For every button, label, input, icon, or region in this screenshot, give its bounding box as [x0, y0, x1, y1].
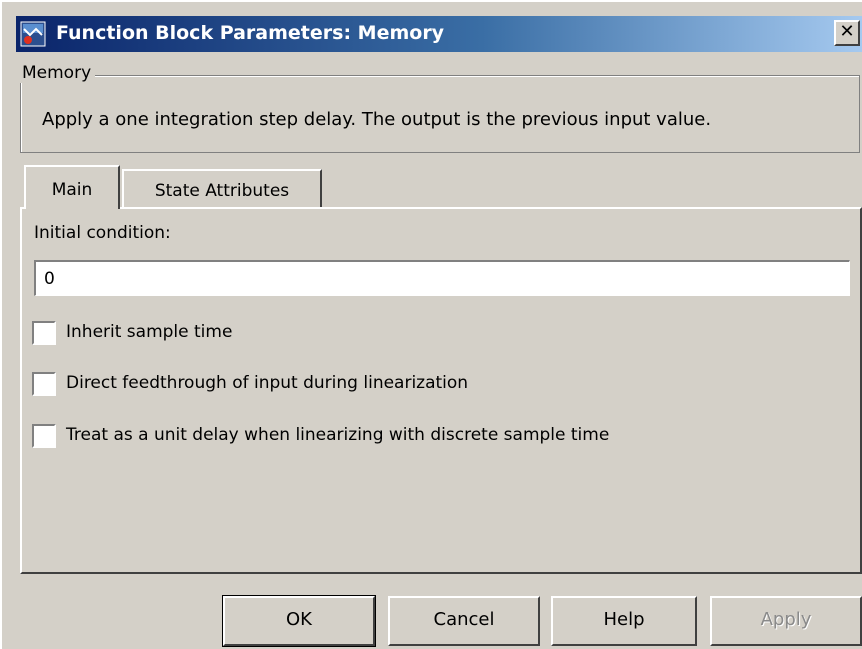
- tab-main[interactable]: Main: [24, 165, 120, 209]
- unit-delay-checkbox[interactable]: [32, 424, 56, 448]
- cancel-button[interactable]: Cancel: [388, 596, 540, 646]
- apply-button: Apply: [710, 596, 862, 646]
- dialog-window: Function Block Parameters: Memory ✕ Memo…: [0, 0, 862, 649]
- tab-state-attributes[interactable]: State Attributes: [122, 169, 322, 209]
- initial-condition-label: Initial condition:: [34, 223, 171, 243]
- close-button[interactable]: ✕: [834, 20, 860, 46]
- inherit-sample-time-checkbox[interactable]: [32, 321, 56, 345]
- checkbox-label: Direct feedthrough of input during linea…: [66, 373, 469, 393]
- direct-feedthrough-checkbox[interactable]: [32, 372, 56, 396]
- checkbox-label: Treat as a unit delay when linearizing w…: [66, 425, 610, 445]
- groupbox-title: Memory: [20, 63, 96, 83]
- ok-button[interactable]: OK: [222, 595, 376, 647]
- help-button[interactable]: Help: [551, 596, 697, 646]
- title-bar[interactable]: Function Block Parameters: Memory ✕: [16, 16, 862, 52]
- simulink-block-icon: [20, 21, 46, 47]
- checkbox-label: Inherit sample time: [66, 322, 233, 342]
- tab-label: State Attributes: [154, 181, 290, 201]
- tab-join: [26, 205, 118, 210]
- initial-condition-input[interactable]: 0: [34, 260, 850, 296]
- block-description: Apply a one integration step delay. The …: [42, 109, 712, 130]
- window-title: Function Block Parameters: Memory: [56, 22, 445, 44]
- close-icon: ✕: [839, 21, 855, 42]
- tab-label: Main: [51, 180, 93, 200]
